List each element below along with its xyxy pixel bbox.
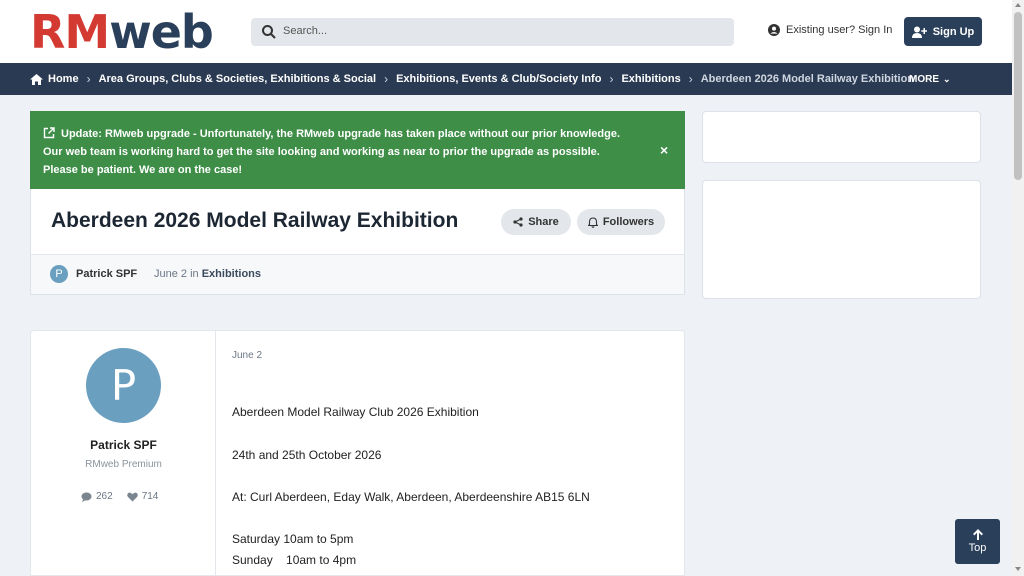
top-label: Top (968, 542, 987, 554)
post-line: Aberdeen Model Railway Club 2026 Exhibit… (232, 405, 479, 419)
post-author-role: RMweb Premium (85, 459, 162, 470)
breadcrumb-current: Aberdeen 2026 Model Railway Exhibition (700, 73, 915, 85)
topic-date: June 2 in Exhibitions (154, 268, 261, 280)
scroll-up-icon[interactable] (1015, 3, 1021, 7)
topic-forum-link[interactable]: Exhibitions (202, 268, 261, 280)
logo-web: web (109, 5, 214, 59)
breadcrumb-home[interactable]: Home (48, 73, 79, 85)
home-icon (30, 73, 43, 85)
upgrade-notice: Update: RMweb upgrade - Unfortunately, t… (30, 111, 685, 189)
user-circle-icon (768, 24, 780, 36)
post-author[interactable]: Patrick SPF (31, 438, 216, 452)
page-scrollbar[interactable] (1012, 0, 1024, 576)
scrollbar-thumb[interactable] (1014, 12, 1022, 180)
post-line: Sunday 10am to 4pm (232, 553, 357, 567)
search-placeholder: Search... (283, 25, 328, 37)
sidebar-widget (702, 111, 981, 163)
forum-post: P Patrick SPF RMweb Premium 262 714 June… (30, 330, 685, 576)
post-line: Saturday 10am to 5pm (232, 532, 354, 546)
more-label: MORE (909, 73, 939, 85)
author-stats: 262 714 (81, 491, 158, 502)
post-date[interactable]: June 2 (232, 350, 262, 361)
chevron-down-icon: ⌄ (943, 73, 951, 84)
breadcrumb-exhibitions-events[interactable]: Exhibitions, Events & Club/Society Info (396, 73, 601, 85)
signup-label: Sign Up (932, 25, 975, 38)
notice-text: Update: RMweb upgrade - Unfortunately, t… (43, 128, 621, 176)
reputation-value: 714 (141, 491, 159, 502)
breadcrumb-exhibitions[interactable]: Exhibitions (621, 73, 680, 85)
chevron-right-icon: › (609, 72, 614, 86)
signup-button[interactable]: Sign Up (904, 17, 982, 46)
topic-date-text: June 2 in (154, 268, 199, 280)
close-icon[interactable]: × (660, 141, 668, 159)
chevron-right-icon: › (86, 72, 91, 86)
breadcrumb-area-groups[interactable]: Area Groups, Clubs & Societies, Exhibiti… (99, 73, 377, 85)
post-line: At: Curl Aberdeen, Eday Walk, Aberdeen, … (232, 490, 590, 504)
post-author-panel: P Patrick SPF RMweb Premium 262 714 (31, 331, 216, 576)
post-line: 24th and 25th October 2026 (232, 448, 382, 462)
share-label: Share (528, 216, 559, 228)
signin-label: Existing user? Sign In (786, 24, 893, 36)
signin-link[interactable]: Existing user? Sign In (768, 24, 892, 36)
topic-header: Aberdeen 2026 Model Railway Exhibition S… (30, 189, 685, 295)
avatar[interactable]: P (86, 348, 161, 423)
chevron-right-icon: › (384, 72, 389, 86)
search-input[interactable]: Search... (251, 18, 734, 46)
topic-author[interactable]: Patrick SPF (76, 268, 137, 280)
site-header: RMweb Search... Existing user? Sign In S… (0, 0, 1012, 63)
comment-icon (81, 492, 92, 502)
more-menu-button[interactable]: MORE ⌄ (909, 63, 951, 95)
share-icon (513, 217, 523, 227)
post-count: 262 (81, 491, 113, 502)
heart-icon (126, 492, 138, 501)
share-button[interactable]: Share (501, 209, 571, 235)
external-link-icon (43, 127, 55, 139)
sidebar-widget (702, 180, 981, 299)
arrow-up-icon (972, 529, 983, 540)
user-plus-icon (911, 26, 927, 38)
chevron-right-icon: › (688, 72, 693, 86)
followers-label: Followers (602, 216, 655, 228)
breadcrumb: Home › Area Groups, Clubs & Societies, E… (0, 63, 1012, 95)
search-icon (262, 25, 276, 39)
bell-icon (587, 216, 598, 228)
back-to-top-button[interactable]: Top (955, 519, 1000, 564)
scroll-down-icon[interactable] (1015, 567, 1021, 571)
avatar[interactable]: P (50, 265, 68, 283)
followers-button[interactable]: Followers (577, 209, 665, 235)
logo-rm: RM (30, 5, 110, 59)
site-logo[interactable]: RMweb (30, 5, 214, 59)
reputation: 714 (126, 491, 159, 502)
topic-meta: P Patrick SPF June 2 in Exhibitions (31, 254, 684, 294)
page-title: Aberdeen 2026 Model Railway Exhibition (51, 209, 459, 232)
post-count-value: 262 (96, 491, 113, 502)
